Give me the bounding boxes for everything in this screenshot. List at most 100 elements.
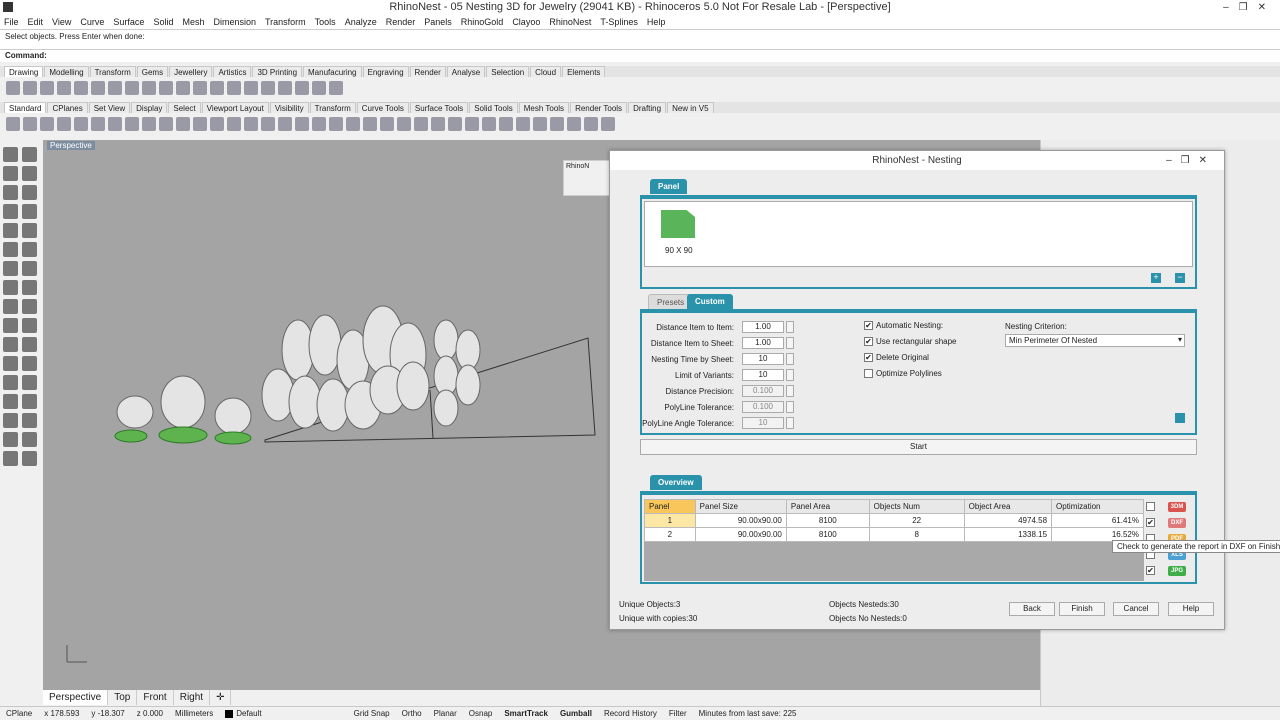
tab-jewellery[interactable]: Jewellery xyxy=(169,66,213,77)
tab-analyse[interactable]: Analyse xyxy=(446,66,486,77)
left-tool-icon[interactable] xyxy=(3,451,18,466)
status-minutes-from-last-save-225[interactable]: Minutes from last save: 225 xyxy=(693,707,803,720)
col-optimization[interactable]: Optimization xyxy=(1051,499,1144,514)
toolbar-tool-icon[interactable] xyxy=(40,81,54,95)
toolbar-tool-icon[interactable] xyxy=(431,117,445,131)
tab-standard[interactable]: Standard xyxy=(4,102,47,113)
tab-render-tools[interactable]: Render Tools xyxy=(570,102,628,113)
tab-elements[interactable]: Elements xyxy=(562,66,606,77)
checkbox-box[interactable]: ✔ xyxy=(864,337,873,347)
spinner-icon[interactable] xyxy=(786,369,794,381)
toolbar-tool-icon[interactable] xyxy=(193,81,207,95)
status-grid-snap[interactable]: Grid Snap xyxy=(348,707,396,720)
status-gumball[interactable]: Gumball xyxy=(554,707,598,720)
left-tool-icon[interactable] xyxy=(3,432,18,447)
report-format-icon[interactable]: JPG xyxy=(1168,566,1186,576)
spinner-icon[interactable] xyxy=(786,401,794,413)
spinner-icon[interactable] xyxy=(786,417,794,429)
toolbar-tool-icon[interactable] xyxy=(227,81,241,95)
tab-visibility[interactable]: Visibility xyxy=(269,102,309,113)
toolbar-tool-icon[interactable] xyxy=(91,81,105,95)
window-controls[interactable]: ‒❐✕ xyxy=(1223,0,1276,15)
field-input[interactable]: 10 xyxy=(742,417,784,429)
left-tool-icon[interactable] xyxy=(22,261,37,276)
toolbar-tool-icon[interactable] xyxy=(6,81,20,95)
toolbar-tool-icon[interactable] xyxy=(533,117,547,131)
tab-custom[interactable]: Custom xyxy=(687,294,733,309)
menu-view[interactable]: View xyxy=(52,15,71,29)
start-button[interactable]: Start xyxy=(640,439,1197,455)
checkbox-delete-original[interactable]: ✔ Delete Original xyxy=(864,353,929,363)
tab-transform[interactable]: Transform xyxy=(309,102,356,113)
left-tool-icon[interactable] xyxy=(3,394,18,409)
toolbar-tool-icon[interactable] xyxy=(125,117,139,131)
menu-rhinogold[interactable]: RhinoGold xyxy=(461,15,504,29)
tab-gems[interactable]: Gems xyxy=(136,66,169,77)
tab-surface-tools[interactable]: Surface Tools xyxy=(409,102,469,113)
toolbar-tool-icon[interactable] xyxy=(57,81,71,95)
col-panel-size[interactable]: Panel Size xyxy=(694,499,787,514)
toolbar-tool-icon[interactable] xyxy=(363,117,377,131)
tab-artistics[interactable]: Artistics xyxy=(213,66,252,77)
menu-solid[interactable]: Solid xyxy=(153,15,173,29)
col-panel[interactable]: Panel xyxy=(644,499,696,514)
remove-panel-button[interactable]: − xyxy=(1175,273,1185,283)
toolbar-tool-icon[interactable] xyxy=(23,81,37,95)
toolbar-tool-icon[interactable] xyxy=(91,117,105,131)
menu-mesh[interactable]: Mesh xyxy=(182,15,204,29)
field-input[interactable]: 0.100 xyxy=(742,401,784,413)
field-input[interactable]: 1.00 xyxy=(742,321,784,333)
col-objects-num[interactable]: Objects Num xyxy=(868,499,965,514)
toolbar-tool-icon[interactable] xyxy=(261,117,275,131)
checkbox-box[interactable] xyxy=(864,369,873,379)
viewport-tab-perspective[interactable]: Perspective xyxy=(43,690,109,705)
menu-analyze[interactable]: Analyze xyxy=(345,15,377,29)
spinner-icon[interactable] xyxy=(786,353,794,365)
menu-transform[interactable]: Transform xyxy=(265,15,306,29)
menu-render[interactable]: Render xyxy=(386,15,416,29)
menu-file[interactable]: File xyxy=(4,15,19,29)
tab-3d-printing[interactable]: 3D Printing xyxy=(252,66,303,77)
menu-t-splines[interactable]: T-Splines xyxy=(600,15,638,29)
report-format-icon[interactable]: DXF xyxy=(1168,518,1186,528)
tab-solid-tools[interactable]: Solid Tools xyxy=(469,102,518,113)
toolbar-tool-icon[interactable] xyxy=(329,81,343,95)
menu-tools[interactable]: Tools xyxy=(315,15,336,29)
spinner-icon[interactable] xyxy=(786,321,794,333)
left-tool-icon[interactable] xyxy=(22,223,37,238)
checkbox-use-rectangular-shape[interactable]: ✔ Use rectangular shape xyxy=(864,337,957,347)
toolbar-tool-icon[interactable] xyxy=(142,81,156,95)
toolbar-tool-icon[interactable] xyxy=(193,117,207,131)
tab-display[interactable]: Display xyxy=(131,102,168,113)
left-tool-icon[interactable] xyxy=(3,242,18,257)
checkbox-optimize-polylines[interactable]: Optimize Polylines xyxy=(864,369,942,379)
checkbox-box[interactable]: ✔ xyxy=(864,353,873,363)
toolbar-tool-icon[interactable] xyxy=(465,117,479,131)
toolbar-tool-icon[interactable] xyxy=(414,117,428,131)
toolbar-tool-icon[interactable] xyxy=(601,117,615,131)
left-tool-icon[interactable] xyxy=(3,166,18,181)
menu-clayoo[interactable]: Clayoo xyxy=(512,15,540,29)
table-row[interactable]: 2 90.00x90.00 8100 8 1338.15 16.52% xyxy=(644,527,1144,542)
status-osnap[interactable]: Osnap xyxy=(463,707,499,720)
toolbar-tool-icon[interactable] xyxy=(176,117,190,131)
field-input[interactable]: 0.100 xyxy=(742,385,784,397)
left-tool-icon[interactable] xyxy=(22,413,37,428)
toolbar-tool-icon[interactable] xyxy=(261,81,275,95)
status-filter[interactable]: Filter xyxy=(663,707,693,720)
report-checkbox[interactable]: ✔ xyxy=(1146,518,1155,527)
cancel-button[interactable]: Cancel xyxy=(1113,602,1159,616)
left-tool-icon[interactable] xyxy=(22,337,37,352)
toolbar-tool-icon[interactable] xyxy=(312,81,326,95)
left-tool-icon[interactable] xyxy=(22,318,37,333)
left-tool-icon[interactable] xyxy=(3,318,18,333)
spinner-icon[interactable] xyxy=(786,385,794,397)
tab-select[interactable]: Select xyxy=(168,102,201,113)
menu-curve[interactable]: Curve xyxy=(80,15,104,29)
toolbar-tool-icon[interactable] xyxy=(142,117,156,131)
left-tool-icon[interactable] xyxy=(3,413,18,428)
criterion-select[interactable]: Min Perimeter Of Nested ▾ xyxy=(1005,334,1185,347)
dialog-window-controls[interactable]: ‒❐✕ xyxy=(1166,151,1216,170)
left-tool-icon[interactable] xyxy=(3,147,18,162)
col-panel-area[interactable]: Panel Area xyxy=(785,499,870,514)
